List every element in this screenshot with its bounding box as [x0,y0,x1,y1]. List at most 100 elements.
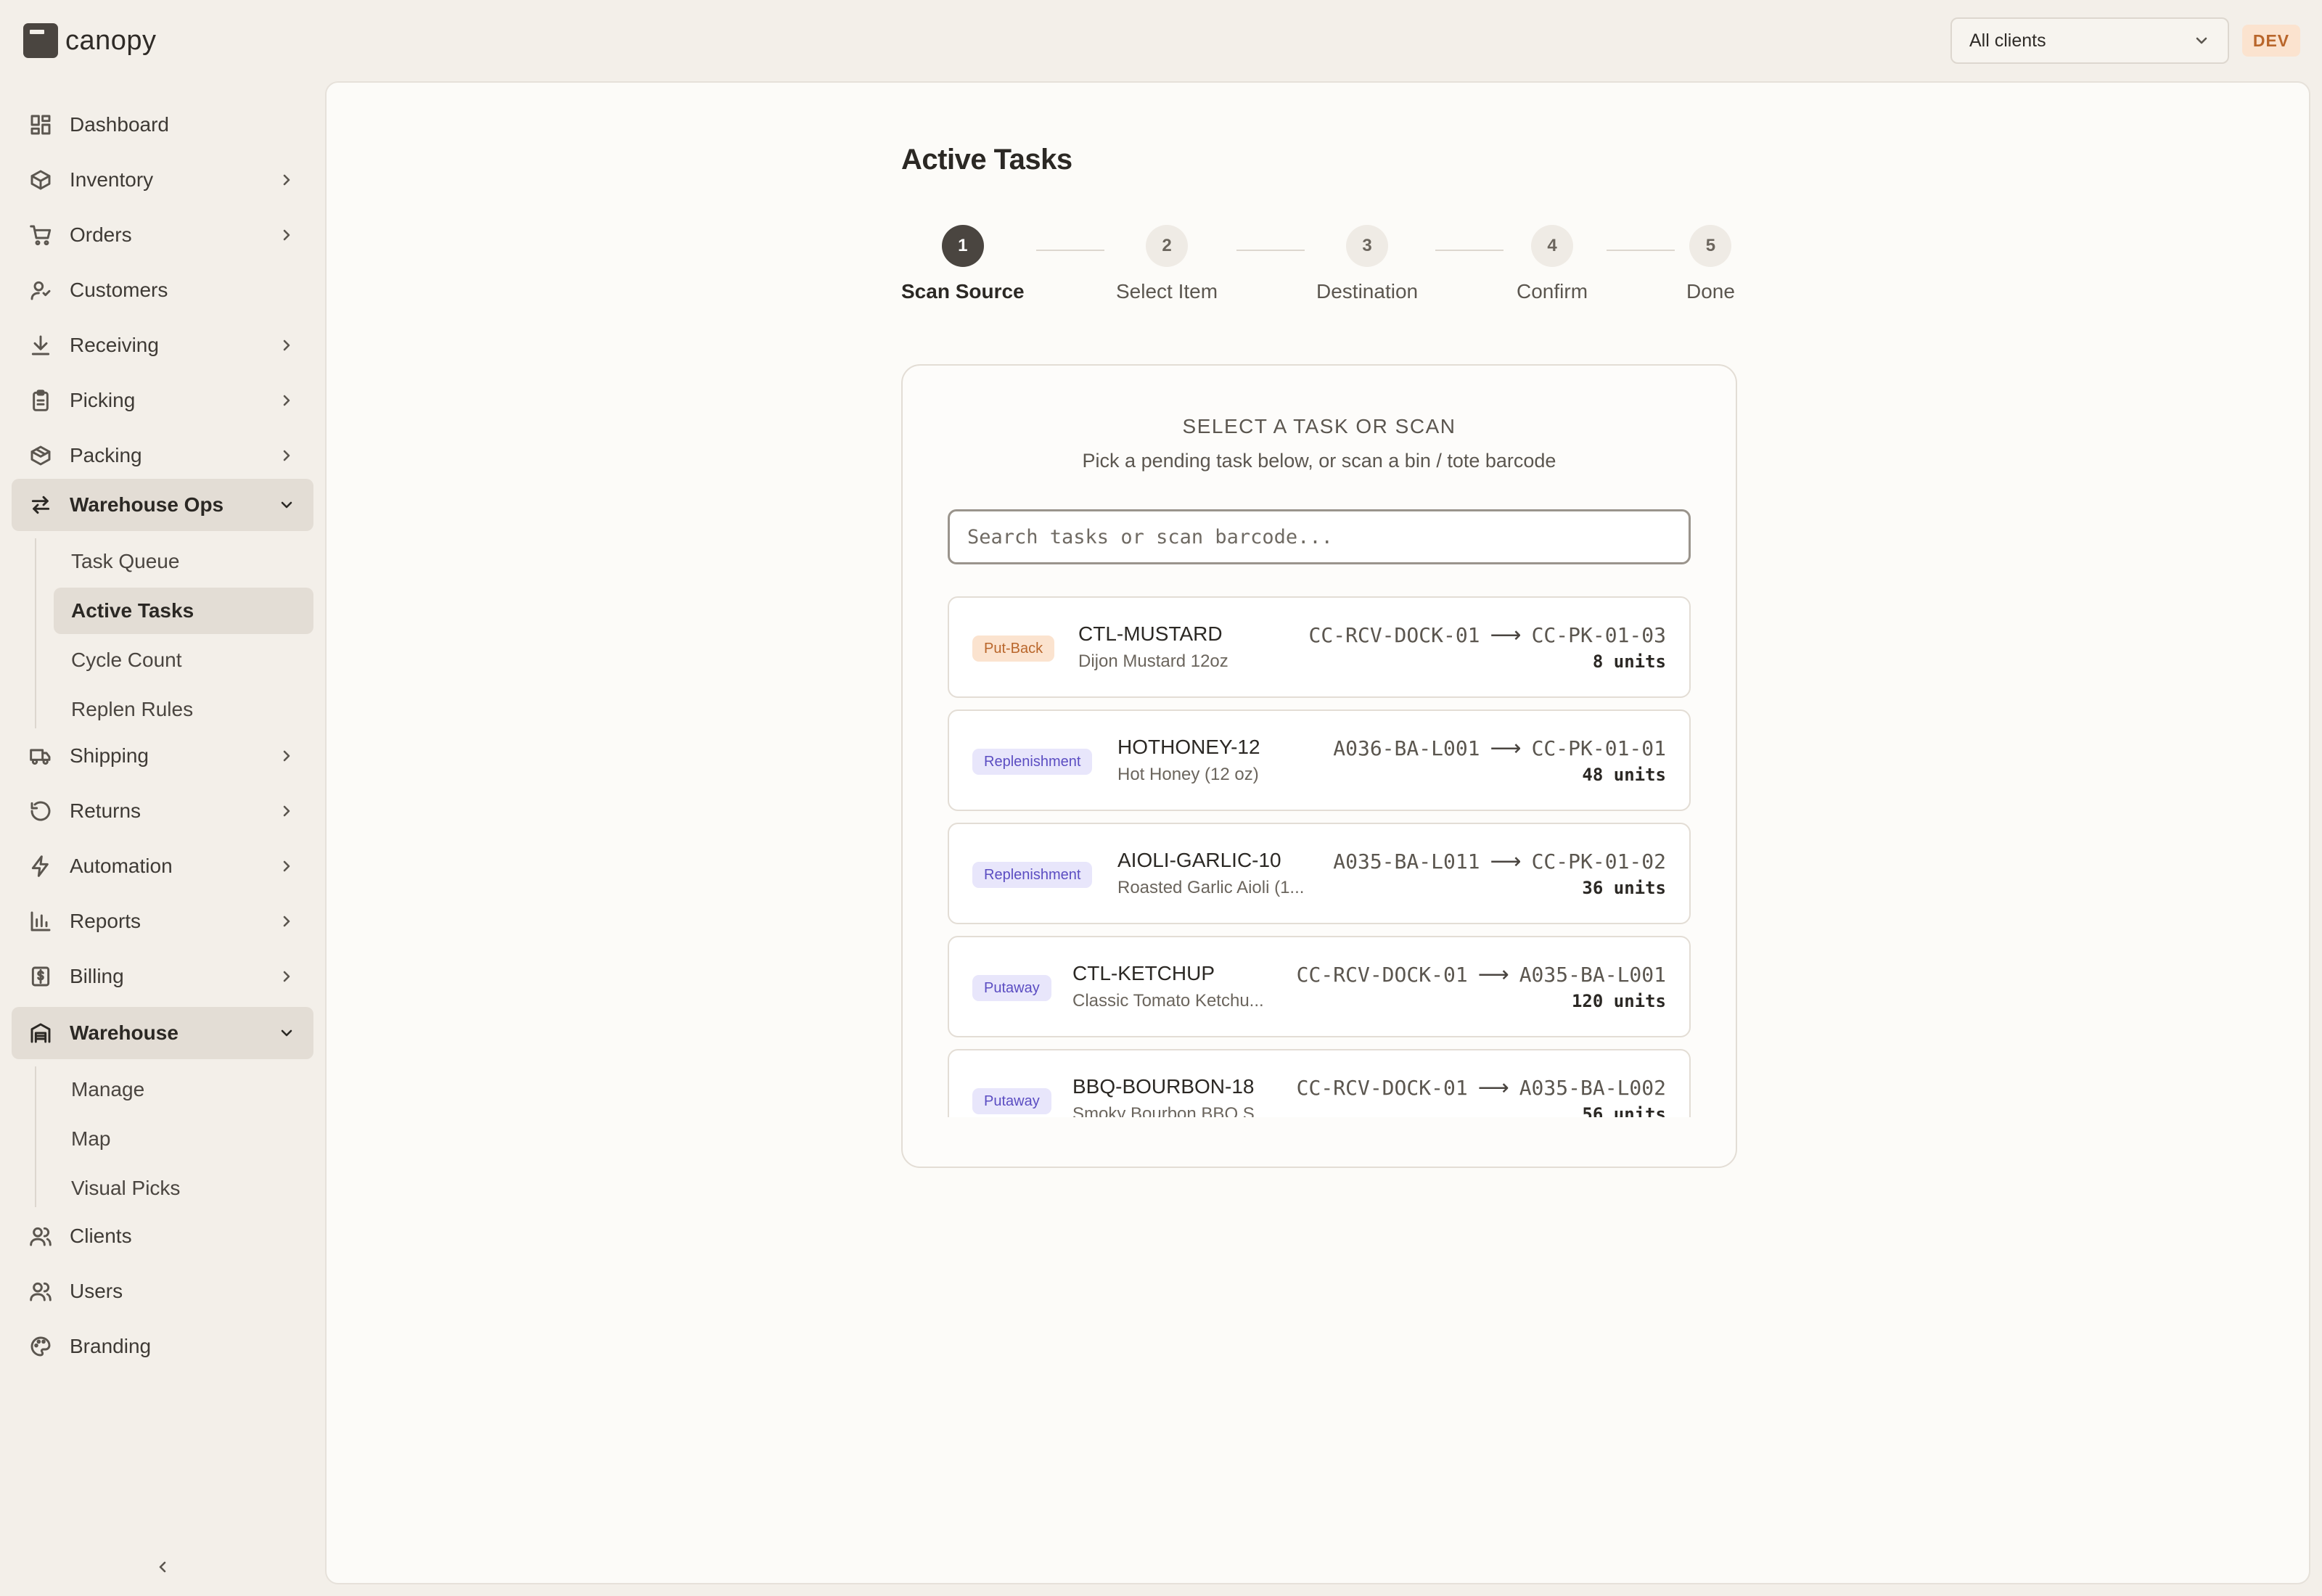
route-to: A035-BA-L002 [1519,1076,1666,1100]
step-connector [1607,250,1675,251]
app-logo[interactable]: canopy [23,22,157,59]
step-confirm: 4 Confirm [1517,225,1588,303]
sidebar-subitem-visual-picks[interactable]: Visual Picks [54,1165,313,1212]
task-row[interactable]: Replenishment AIOLI-GARLIC-10 Roasted Ga… [948,823,1691,924]
sidebar-item-returns[interactable]: Returns [12,785,313,837]
task-route: CC-RCV-DOCK-01 ⟶ A035-BA-L001 [1297,962,1666,987]
task-route: CC-RCV-DOCK-01 ⟶ CC-PK-01-03 [1309,622,1666,648]
step-label: Done [1686,280,1735,303]
warehouse-ops-subnav: Task Queue Active Tasks Cycle Count Repl… [35,538,313,728]
chevron-down-icon [2196,37,2207,44]
step-connector [1435,250,1503,251]
chevron-right-icon [283,229,290,241]
app-name: canopy [65,25,157,56]
sidebar-subitem-map[interactable]: Map [54,1116,313,1162]
sidebar-item-shipping[interactable]: Shipping [12,730,313,782]
step-scan-source: 1 Scan Source [901,225,1025,303]
sidebar-item-reports[interactable]: Reports [12,895,313,947]
returns-icon [30,801,51,821]
sidebar-subitem-task-queue[interactable]: Task Queue [54,538,313,585]
step-label: Destination [1316,280,1419,303]
arrow-right-icon: ⟶ [1490,736,1522,761]
sidebar-item-orders[interactable]: Orders [12,209,313,261]
arrow-right-icon: ⟶ [1477,1075,1509,1101]
sidebar-item-picking[interactable]: Picking [12,374,313,427]
sidebar-item-label: Picking [70,389,136,411]
step-label: Select Item [1116,280,1218,303]
arrow-right-icon: ⟶ [1477,962,1509,987]
palette-icon [30,1336,51,1357]
task-row[interactable]: Replenishment HOTHONEY-12 Hot Honey (12 … [948,709,1691,811]
arrow-right-icon: ⟶ [1490,849,1522,874]
arrow-right-icon: ⟶ [1490,622,1522,648]
task-select-card: SELECT A TASK OR SCAN Pick a pending tas… [901,364,1737,1168]
sidebar-item-billing[interactable]: Billing [12,950,313,1003]
chevron-right-icon [283,395,290,406]
main-panel: Active Tasks 1 Scan Source 2 Select Item… [325,81,2310,1584]
warehouse-subnav: Manage Map Visual Picks [35,1066,180,1207]
sidebar-item-receiving[interactable]: Receiving [12,319,313,371]
client-select[interactable]: All clients [1950,17,2229,64]
users-icon [30,1282,52,1301]
chevron-right-icon [283,971,290,982]
sidebar-subitem-replen-rules[interactable]: Replen Rules [54,686,313,733]
sidebar-item-label: Automation [70,855,173,877]
client-select-value: All clients [1969,30,2046,51]
sidebar-item-label: Warehouse Ops [70,493,224,516]
sidebar-item-users[interactable]: Users [12,1265,313,1317]
sidebar-item-label: Reports [70,910,141,932]
task-type-badge: Put-Back [972,635,1055,662]
task-description: Classic Tomato Ketchu... [1072,991,1264,1011]
sidebar-item-packing[interactable]: Packing [12,429,313,482]
sidebar-item-clients[interactable]: Clients [12,1210,313,1262]
sidebar-item-dashboard[interactable]: Dashboard [12,99,313,151]
task-sku: CTL-KETCHUP [1072,962,1215,984]
logo-mark-icon [23,23,58,58]
card-heading: SELECT A TASK OR SCAN [1182,415,1456,437]
route-from: CC-RCV-DOCK-01 [1308,623,1480,647]
task-row[interactable]: Put-Back CTL-MUSTARD Dijon Mustard 12oz … [948,596,1691,698]
bolt-icon [31,855,49,877]
route-to: CC-PK-01-01 [1531,736,1666,760]
task-description: Roasted Garlic Aioli (1... [1117,878,1305,897]
sidebar-item-label: Billing [70,965,124,987]
task-search-input[interactable] [948,509,1691,564]
truck-icon [30,749,51,765]
sidebar-item-label: Shipping [70,744,149,767]
task-row[interactable]: Putaway CTL-KETCHUP Classic Tomato Ketch… [948,936,1691,1037]
step-connector [1036,250,1104,251]
sidebar-item-customers[interactable]: Customers [12,264,313,316]
task-type-badge: Putaway [972,1088,1051,1114]
arrows-swap-icon [31,495,50,514]
cart-icon [30,225,52,246]
chevron-down-icon [281,1029,292,1037]
sidebar-item-label: Orders [70,223,132,246]
clipboard-icon [33,390,49,411]
task-route: A036-BA-L001 ⟶ CC-PK-01-01 [1333,736,1666,761]
collapse-sidebar-button[interactable] [148,1552,177,1581]
sidebar-item-branding[interactable]: Branding [12,1320,313,1373]
chevron-right-icon [283,340,290,351]
chevron-right-icon [283,450,290,461]
step-label: Confirm [1517,280,1588,303]
route-from: CC-RCV-DOCK-01 [1296,1076,1468,1100]
dashboard-icon [30,115,51,135]
sidebar-subitem-active-tasks[interactable]: Active Tasks [54,588,313,634]
sidebar-subitem-manage[interactable]: Manage [54,1066,313,1113]
route-from: A036-BA-L001 [1333,736,1480,760]
task-row[interactable]: Putaway BBQ-BOURBON-18 Smoky Bourbon BBQ… [948,1049,1691,1117]
sidebar-item-label: Packing [70,444,142,466]
clients-icon [30,1227,52,1246]
sidebar-item-inventory[interactable]: Inventory [12,154,313,206]
sidebar-subitem-cycle-count[interactable]: Cycle Count [54,637,313,683]
step-number: 1 [941,225,984,267]
billing-icon [31,966,50,987]
chevron-right-icon [283,860,290,872]
step-select-item: 2 Select Item [1116,225,1218,303]
sidebar-item-automation[interactable]: Automation [12,840,313,892]
route-to: CC-PK-01-03 [1531,623,1666,647]
step-done: 5 Done [1686,225,1735,303]
task-list[interactable]: Put-Back CTL-MUSTARD Dijon Mustard 12oz … [948,596,1691,1117]
sidebar-item-warehouse[interactable]: Warehouse [12,1007,313,1059]
sidebar-item-warehouse-ops[interactable]: Warehouse Ops [12,479,313,531]
